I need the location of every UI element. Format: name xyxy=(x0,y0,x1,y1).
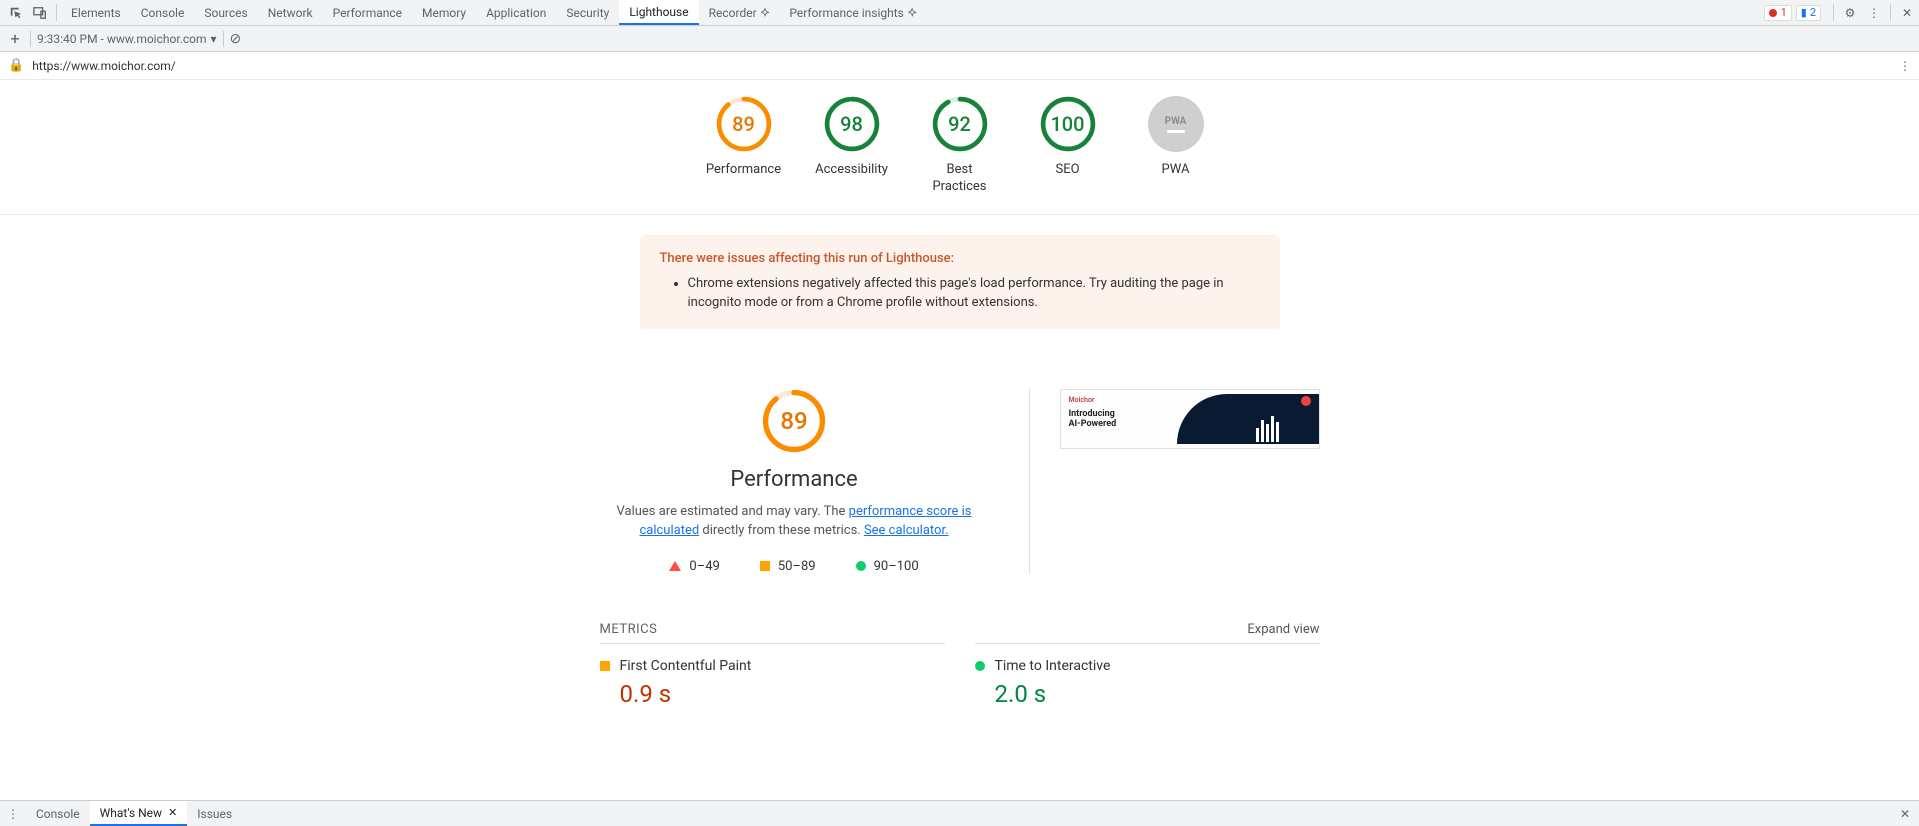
gauge-label: Accessibility xyxy=(815,162,888,179)
metric-value: 2.0 s xyxy=(995,680,1320,708)
gauge-performance[interactable]: 89 Performance xyxy=(704,96,784,196)
inspect-icon[interactable] xyxy=(4,0,28,25)
metrics-grid: First Contentful Paint 0.9 s Time to Int… xyxy=(600,643,1320,708)
gauge-best-practices[interactable]: 92 Best Practices xyxy=(920,96,1000,196)
gauge-score: 92 xyxy=(932,96,988,152)
lock-icon: 🔒 xyxy=(8,58,24,73)
gauge-pwa[interactable]: PWA PWA xyxy=(1136,96,1216,196)
warnings-title: There were issues affecting this run of … xyxy=(660,251,1260,266)
score-legend: 0–49 50–89 90–100 xyxy=(600,559,989,574)
drawer-kebab-icon[interactable]: ⋮ xyxy=(0,801,26,826)
legend-mid: 50–89 xyxy=(760,559,816,574)
score-gauges: 89 Performance 98 Accessibility 92 Best … xyxy=(0,80,1919,215)
page-screenshot-thumbnail: Moichor IntroducingAI-Powered xyxy=(1060,389,1320,449)
metric-fcp: First Contentful Paint 0.9 s xyxy=(600,643,945,708)
report-url-bar: 🔒 https://www.moichor.com/ ⋮ xyxy=(0,52,1919,80)
error-count-badge[interactable]: 1 xyxy=(1764,5,1792,21)
gauge-label: SEO xyxy=(1055,162,1079,179)
warning-item: Chrome extensions negatively affected th… xyxy=(688,274,1260,313)
performance-big-score: 89 xyxy=(762,389,826,453)
tab-lighthouse[interactable]: Lighthouse xyxy=(619,0,698,25)
close-devtools-icon[interactable]: ✕ xyxy=(1895,0,1919,25)
kebab-menu-icon[interactable]: ⋮ xyxy=(1862,0,1886,25)
tab-recorder[interactable]: Recorder⯎ xyxy=(699,0,780,25)
square-icon xyxy=(760,561,770,571)
drawer-tab-whats-new[interactable]: What's New ✕ xyxy=(90,801,188,826)
metric-tti: Time to Interactive 2.0 s xyxy=(975,643,1320,708)
tab-sources[interactable]: Sources xyxy=(194,0,257,25)
new-report-button[interactable]: + xyxy=(6,29,24,48)
report-menu-icon[interactable]: ⋮ xyxy=(1899,59,1911,73)
circle-icon xyxy=(856,561,866,571)
devtools-tab-bar: Elements Console Sources Network Perform… xyxy=(0,0,1919,26)
close-tab-icon[interactable]: ✕ xyxy=(168,806,177,819)
metric-value: 0.9 s xyxy=(620,680,945,708)
legend-high: 90–100 xyxy=(856,559,919,574)
close-drawer-icon[interactable]: ✕ xyxy=(1891,801,1919,826)
gauge-accessibility[interactable]: 98 Accessibility xyxy=(812,96,892,196)
tab-console[interactable]: Console xyxy=(131,0,195,25)
square-icon xyxy=(600,661,610,671)
message-count-badge[interactable]: ▮2 xyxy=(1796,5,1821,21)
gauge-label: PWA xyxy=(1162,162,1190,179)
gauge-score: 100 xyxy=(1040,96,1096,152)
triangle-icon xyxy=(669,561,681,571)
legend-low: 0–49 xyxy=(669,559,719,574)
preview-icon: ⯎ xyxy=(761,5,770,20)
warnings-panel: There were issues affecting this run of … xyxy=(640,235,1280,329)
lighthouse-toolbar: + 9:33:40 PM - www.moichor.com▾ ⊘ xyxy=(0,26,1919,52)
gauge-label: Performance xyxy=(706,162,781,179)
chevron-down-icon: ▾ xyxy=(211,32,217,46)
gauge-seo[interactable]: 100 SEO xyxy=(1028,96,1108,196)
drawer-tab-bar: ⋮ Console What's New ✕ Issues ✕ xyxy=(0,800,1919,826)
tab-security[interactable]: Security xyxy=(556,0,619,25)
drawer-tab-issues[interactable]: Issues xyxy=(187,801,242,826)
clear-icon[interactable]: ⊘ xyxy=(230,31,242,47)
performance-description: Values are estimated and may vary. The p… xyxy=(600,502,989,541)
tab-elements[interactable]: Elements xyxy=(61,0,131,25)
tab-network[interactable]: Network xyxy=(258,0,323,25)
tab-performance[interactable]: Performance xyxy=(323,0,412,25)
tab-application[interactable]: Application xyxy=(476,0,556,25)
performance-heading: Performance xyxy=(600,467,989,492)
see-calculator-link[interactable]: See calculator. xyxy=(864,523,949,538)
gauge-score: 89 xyxy=(716,96,772,152)
preview-icon: ⯎ xyxy=(908,5,917,20)
performance-big-gauge: 89 xyxy=(762,389,826,453)
circle-icon xyxy=(975,661,985,671)
report-selector[interactable]: 9:33:40 PM - www.moichor.com▾ xyxy=(37,32,217,46)
tab-performance-insights[interactable]: Performance insights⯎ xyxy=(779,0,926,25)
gauge-label: Best Practices xyxy=(920,162,1000,196)
metrics-heading: METRICS xyxy=(600,622,658,637)
report-url: https://www.moichor.com/ xyxy=(32,59,176,73)
gauge-score: PWA xyxy=(1165,116,1187,127)
gauge-score: 98 xyxy=(824,96,880,152)
report-content: 89 Performance 98 Accessibility 92 Best … xyxy=(0,80,1919,800)
tab-memory[interactable]: Memory xyxy=(412,0,476,25)
drawer-tab-console[interactable]: Console xyxy=(26,801,90,826)
device-toggle-icon[interactable] xyxy=(28,0,52,25)
settings-icon[interactable]: ⚙ xyxy=(1838,0,1862,25)
expand-view-toggle[interactable]: Expand view xyxy=(1247,622,1319,637)
